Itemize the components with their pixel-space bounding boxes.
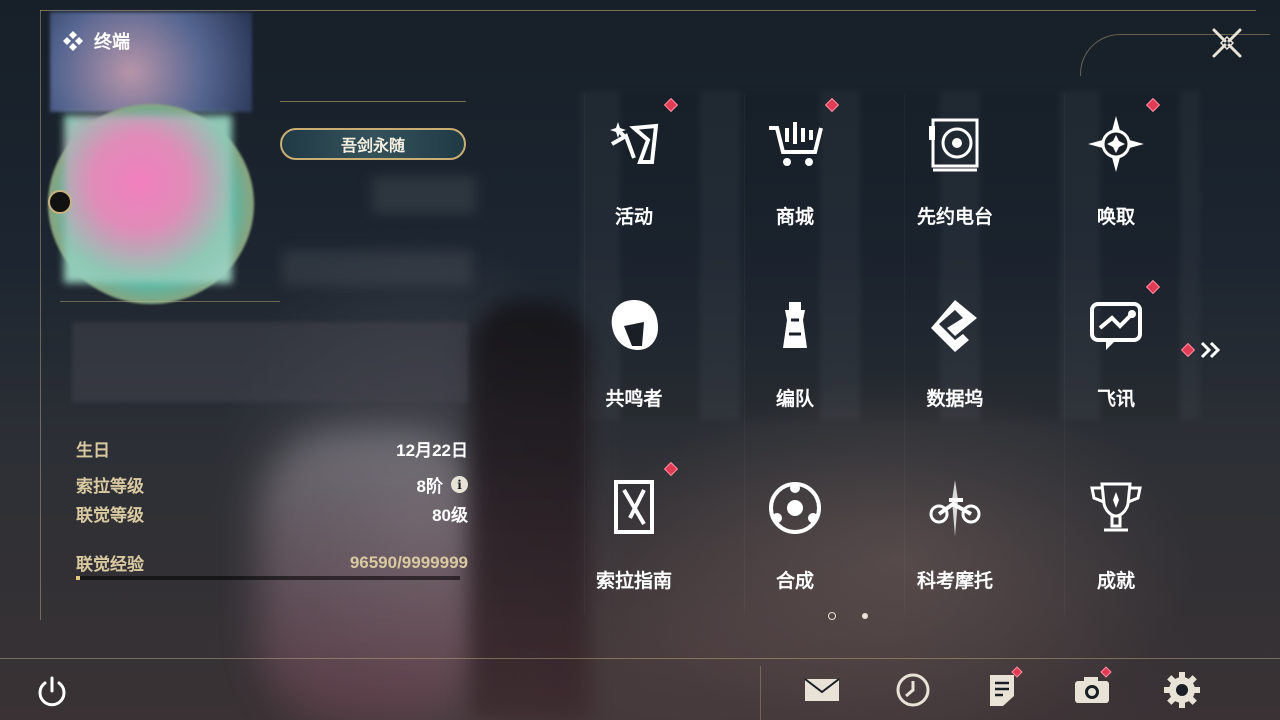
stat-value-wrap: 8阶 i — [417, 472, 468, 497]
stat-label: 联觉等级 — [76, 506, 144, 525]
terminal-header: 终端 — [62, 28, 130, 54]
menu-item-label: 飞讯 — [1096, 389, 1135, 410]
stat-sol-level: 索拉等级 8阶 i — [76, 472, 468, 497]
menu-item-label: 共鸣者 — [605, 389, 663, 410]
clock-button[interactable] — [893, 670, 933, 710]
data-bank-icon — [931, 300, 977, 352]
stat-label: 联觉经验 — [76, 555, 144, 574]
menu-item[interactable]: 活动 — [554, 96, 714, 266]
menu-item[interactable]: 编队 — [715, 278, 875, 448]
power-icon[interactable] — [34, 674, 70, 710]
page-dot[interactable] — [862, 613, 868, 619]
motorbike-icon — [929, 480, 981, 536]
menu-item-label: 成就 — [1096, 571, 1135, 592]
menu-item[interactable]: 成就 — [1036, 460, 1196, 630]
bottom-divider — [760, 666, 761, 720]
title-badge-label: 吾剑永随 — [340, 138, 405, 155]
profile-banner[interactable] — [50, 12, 252, 112]
notice-button[interactable] — [983, 666, 1023, 710]
page-indicator — [828, 612, 868, 620]
menu-item[interactable]: 唤取 — [1036, 96, 1196, 266]
menu-item-label: 唤取 — [1096, 207, 1135, 228]
notification-badge — [824, 97, 840, 113]
signature-redacted[interactable] — [72, 322, 468, 402]
notification-badge — [1145, 97, 1161, 113]
gear-icon — [1164, 672, 1200, 708]
stat-value: 12月22日 — [396, 441, 468, 460]
menu-item-label: 数据坞 — [926, 389, 984, 410]
page-title: 终端 — [94, 32, 130, 52]
menu-item-label: 合成 — [775, 571, 814, 592]
menu-item-label: 编队 — [775, 389, 814, 410]
resonator-icon — [611, 300, 658, 350]
gacha-star-icon — [1088, 116, 1144, 172]
notification-badge — [1180, 342, 1196, 358]
menu-item-label: 活动 — [614, 207, 653, 228]
settings-button[interactable] — [1162, 670, 1202, 710]
stat-union-exp: 联觉经验 96590/9999999 — [76, 550, 468, 575]
menu-item[interactable]: 索拉指南 — [554, 460, 714, 630]
exp-progress-bar — [76, 576, 460, 580]
notification-badge — [663, 461, 679, 477]
player-name-redacted — [372, 176, 476, 214]
stat-union-level: 联觉等级 80级 — [76, 501, 468, 526]
menu-item-label: 先约电台 — [916, 207, 993, 228]
info-icon[interactable]: i — [451, 476, 468, 493]
avatar-notch — [48, 190, 72, 214]
menu-item[interactable]: 合成 — [715, 460, 875, 630]
title-badge[interactable]: 吾剑永随 — [280, 128, 466, 160]
menu-item[interactable]: 数据坞 — [875, 278, 1035, 448]
close-icon[interactable] — [1210, 26, 1244, 60]
next-page-button[interactable] — [1180, 340, 1223, 360]
shop-cart-icon — [769, 122, 823, 166]
frame-line-top — [40, 10, 1256, 11]
stat-value: 8阶 — [416, 477, 443, 496]
menu-item[interactable]: 飞讯 — [1036, 278, 1196, 448]
menu-item[interactable]: 共鸣者 — [554, 278, 714, 448]
notification-badge — [1145, 279, 1161, 295]
divider-line — [280, 101, 466, 102]
team-chess-icon — [783, 302, 807, 348]
double-chevron-right-icon — [1200, 341, 1221, 359]
stat-label: 生日 — [76, 441, 110, 460]
diamond-cluster-icon — [63, 31, 83, 51]
stat-label: 索拉等级 — [76, 477, 144, 496]
camera-button[interactable] — [1072, 666, 1112, 710]
menu-item-label: 索拉指南 — [595, 571, 672, 592]
guide-icon — [614, 480, 654, 534]
stat-birthday: 生日 12月22日 — [76, 436, 468, 461]
menu-item[interactable]: 商城 — [715, 96, 875, 266]
frame-line-bottom — [0, 658, 1280, 659]
mail-button[interactable] — [802, 670, 842, 710]
stat-value: 80级 — [432, 506, 468, 525]
divider-line — [60, 301, 280, 302]
menu-item[interactable]: 先约电台 — [875, 96, 1035, 266]
radio-icon — [929, 118, 979, 172]
page-dot-active[interactable] — [828, 612, 836, 620]
player-uid-redacted — [282, 250, 472, 286]
stat-value: 96590/9999999 — [349, 552, 468, 572]
menu-item[interactable]: 科考摩托 — [875, 460, 1035, 630]
notification-badge — [663, 97, 679, 113]
mail-icon — [804, 678, 840, 701]
exp-progress-fill — [76, 576, 80, 580]
trophy-icon — [1090, 482, 1142, 532]
clock-icon — [896, 673, 930, 707]
menu-item-label: 商城 — [775, 207, 814, 228]
avatar[interactable] — [64, 115, 232, 283]
menu-item-label: 科考摩托 — [916, 571, 993, 592]
synthesis-icon — [769, 482, 821, 534]
frame-line-left — [40, 10, 41, 620]
event-icon — [610, 122, 659, 164]
chat-icon — [1090, 302, 1142, 350]
